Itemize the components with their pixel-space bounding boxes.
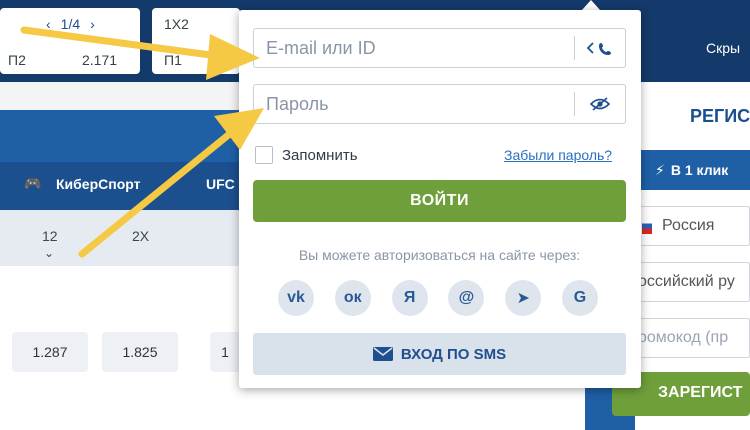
- pager-label: 1/4: [60, 16, 81, 32]
- event-card-2[interactable]: 1X2 П1: [152, 8, 240, 74]
- tab-one-click[interactable]: ⚡ В 1 клик: [641, 150, 750, 190]
- nav-esports[interactable]: КиберСпорт: [56, 176, 140, 192]
- bolt-icon: ⚡: [655, 161, 665, 178]
- tab-one-click-label: В 1 клик: [670, 162, 729, 178]
- yandex-login-icon[interactable]: Я: [391, 280, 428, 316]
- currency-select[interactable]: оссийский ру: [635, 262, 750, 302]
- remember-label: Запомнить: [282, 147, 358, 164]
- gamepad-icon: 🎮: [24, 175, 42, 191]
- country-select[interactable]: Россия: [635, 206, 750, 246]
- promo-input[interactable]: ромокод (пр: [635, 318, 750, 358]
- telegram-login-icon[interactable]: ➤: [505, 280, 542, 316]
- sms-login-label: ВХОД ПО SMS: [400, 345, 507, 363]
- vk-login-icon[interactable]: vk: [278, 280, 314, 316]
- event-card-1[interactable]: ‹ 1/4 › П2 2.171: [0, 8, 140, 74]
- popup-caret: [582, 0, 600, 10]
- eye-off-icon[interactable]: [575, 85, 625, 123]
- pager[interactable]: ‹ 1/4 ›: [46, 14, 136, 34]
- password-field[interactable]: Пароль: [253, 84, 626, 124]
- nav-ufc[interactable]: UFC: [206, 176, 235, 192]
- remember-checkbox[interactable]: [255, 146, 273, 164]
- card-bet-label: П1: [164, 52, 182, 68]
- card-bet-value[interactable]: 2.171: [82, 52, 117, 68]
- social-login-row: vk ок Я @ ➤ G: [278, 280, 598, 316]
- col-12: 12: [42, 228, 58, 244]
- odd-button[interactable]: 1: [210, 332, 240, 372]
- col-2x: 2X: [132, 228, 150, 244]
- odd-button[interactable]: 1.287: [12, 332, 88, 372]
- chevron-down-icon[interactable]: ⌄: [44, 246, 54, 260]
- mail-login-icon[interactable]: @: [448, 280, 485, 316]
- hide-link[interactable]: Скры: [706, 40, 740, 56]
- card-header: 1X2: [164, 16, 189, 32]
- odd-button[interactable]: 1.825: [102, 332, 178, 372]
- card-bet-label: П2: [8, 52, 26, 68]
- odnoklassniki-login-icon[interactable]: ок: [334, 280, 371, 316]
- phone-toggle-icon[interactable]: [575, 29, 625, 67]
- flag-icon: [642, 218, 652, 234]
- register-title: РЕГИС: [690, 106, 750, 126]
- sms-login-button[interactable]: ВХОД ПО SMS: [253, 333, 626, 375]
- forgot-password-link[interactable]: Забыли пароль?: [504, 147, 612, 163]
- country-value: Россия: [662, 217, 715, 234]
- chevron-left-icon[interactable]: ‹: [46, 16, 51, 32]
- email-field[interactable]: E-mail или ID: [253, 28, 626, 68]
- email-placeholder: E-mail или ID: [266, 37, 376, 58]
- envelope-icon: [372, 347, 393, 361]
- login-button[interactable]: ВОЙТИ: [253, 180, 626, 222]
- chevron-right-icon[interactable]: ›: [90, 16, 95, 32]
- password-placeholder: Пароль: [266, 93, 329, 114]
- google-login-icon[interactable]: G: [561, 280, 598, 316]
- auth-via-text: Вы можете авторизоваться на сайте через:: [298, 247, 581, 263]
